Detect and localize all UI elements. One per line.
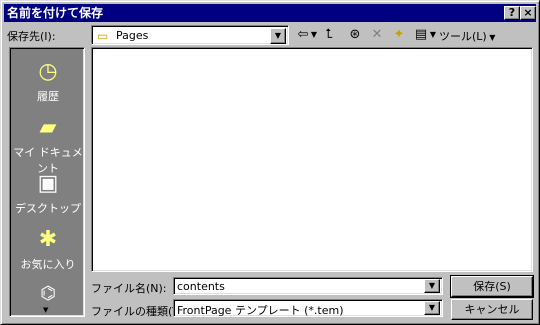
save-as-dialog: 名前を付けて保存 ? × 保存先(I): ▭ Pages ▼ ⇦ ▼ ⮤ ⊛ ✕… (0, 0, 540, 325)
folder-icon: ▭ (97, 29, 109, 43)
save-button[interactable]: 保存(S) (450, 275, 534, 298)
search-web-icon[interactable]: ⊛ (345, 26, 365, 44)
network-icon: ⌬ (40, 283, 56, 304)
save-in-combo[interactable]: ▭ Pages ▼ (91, 25, 289, 45)
place-favorites[interactable]: ✱ お気に入り (10, 226, 86, 272)
my-documents-icon: ▰ (39, 115, 57, 140)
close-button[interactable]: × (520, 6, 536, 20)
place-history[interactable]: ◷ 履歴 (10, 58, 86, 104)
delete-icon[interactable]: ✕ (367, 26, 387, 44)
back-dropdown-icon[interactable]: ▼ (309, 26, 319, 44)
filetype-select[interactable]: FrontPage テンプレート (*.tem) ▼ (173, 299, 443, 317)
filetype-dropdown-icon[interactable]: ▼ (424, 301, 440, 315)
window-title: 名前を付けて保存 (7, 6, 104, 20)
place-label-desktop: デスクトップ (15, 202, 81, 215)
place-my-documents[interactable]: ▰ マイ ドキュメント (10, 114, 86, 176)
cancel-button[interactable]: キャンセル (451, 299, 533, 320)
save-in-label: 保存先(I): (7, 30, 56, 43)
filename-value: contents (177, 280, 225, 293)
history-icon: ◷ (38, 59, 58, 84)
tools-menu[interactable]: ツール(L) ▼ (439, 28, 495, 44)
file-list[interactable] (91, 47, 533, 272)
chevron-down-icon[interactable]: ▼ (270, 28, 286, 44)
up-folder-icon[interactable]: ⮤ (319, 26, 339, 44)
tools-label: ツール(L) (439, 30, 487, 43)
places-bar: ◷ 履歴 ▰ マイ ドキュメント ▣ デスクトップ ✱ お気に入り ⌬ ▼ (9, 47, 85, 317)
place-label-favorites: お気に入り (20, 258, 76, 271)
filename-label: ファイル名(N): (91, 282, 167, 295)
scroll-down-icon[interactable]: ▼ (43, 306, 48, 314)
place-desktop[interactable]: ▣ デスクトップ (10, 170, 86, 216)
filename-input[interactable]: contents ▼ (173, 277, 443, 295)
help-button[interactable]: ? (504, 6, 520, 20)
new-folder-icon[interactable]: ✦ (389, 26, 409, 44)
save-in-value: Pages (116, 29, 149, 42)
title-bar: 名前を付けて保存 ? × (4, 4, 536, 22)
desktop-icon: ▣ (37, 171, 59, 196)
favorites-icon: ✱ (38, 227, 58, 252)
views-dropdown-icon[interactable]: ▼ (428, 26, 438, 44)
tools-dropdown-icon: ▼ (486, 33, 496, 42)
filename-dropdown-icon[interactable]: ▼ (424, 279, 440, 293)
filetype-value: FrontPage テンプレート (*.tem) (177, 304, 344, 317)
place-label-history: 履歴 (37, 90, 59, 103)
